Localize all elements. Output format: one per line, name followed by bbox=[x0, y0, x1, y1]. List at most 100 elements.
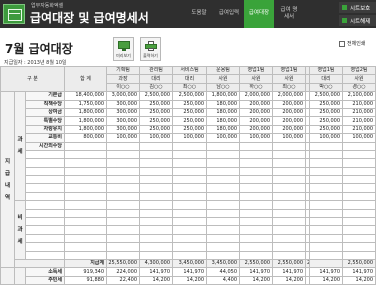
empty-cell bbox=[24, 200, 66, 210]
empty-cell bbox=[309, 175, 344, 185]
empty-cell bbox=[239, 149, 274, 160]
value-cell: 250,000 bbox=[172, 124, 208, 135]
empty-cell bbox=[139, 149, 174, 160]
empty-cell bbox=[342, 200, 376, 210]
empty-cell bbox=[239, 225, 274, 235]
nontaxable-section-label: 비 과 세 bbox=[14, 200, 26, 260]
tab-payslip-label: 급여 명세서 bbox=[280, 6, 298, 20]
empty-cell bbox=[272, 149, 307, 160]
empty-cell bbox=[106, 166, 141, 177]
item-label: 자랑유지 bbox=[24, 124, 66, 135]
pay-date: 지급일자 : 2013년 8월 10일 bbox=[4, 60, 67, 66]
value-cell: 3,000,000 bbox=[106, 91, 141, 101]
employee-header-cell: 최○○ bbox=[272, 82, 307, 93]
total-cell: 18,400,000 bbox=[64, 91, 108, 101]
empty-cell bbox=[172, 217, 208, 227]
value-cell: 180,000 bbox=[206, 124, 241, 135]
empty-cell bbox=[172, 233, 208, 244]
all-print-checkbox[interactable] bbox=[339, 40, 345, 47]
value-cell: 3,450,000 bbox=[206, 258, 241, 269]
empty-cell bbox=[139, 217, 174, 227]
sheet-protect-button[interactable]: 시트보호 bbox=[339, 2, 376, 13]
empty-cell bbox=[206, 191, 241, 202]
empty-cell bbox=[272, 225, 307, 235]
value-cell: 2,500,000 bbox=[172, 91, 208, 101]
tab-salary-ledger[interactable]: 급여대장 bbox=[244, 0, 274, 28]
empty-cell bbox=[139, 175, 174, 185]
preview-button[interactable]: 미리보기 bbox=[113, 37, 134, 61]
empty-cell bbox=[272, 166, 307, 177]
total-cell: 800,000 bbox=[64, 133, 108, 143]
all-print-option[interactable]: 전체인쇄 bbox=[339, 40, 365, 47]
empty-row bbox=[1, 233, 376, 244]
empty-row bbox=[1, 191, 376, 202]
value-cell: 3,450,000 bbox=[172, 258, 208, 269]
value-cell: 14,200 bbox=[139, 275, 174, 286]
value-cell: 100,000 bbox=[239, 133, 274, 143]
empty-cell bbox=[24, 149, 66, 160]
empty-cell bbox=[106, 217, 141, 227]
empty-cell bbox=[64, 242, 108, 252]
value-cell: 200,000 bbox=[272, 99, 307, 109]
empty-cell bbox=[239, 166, 274, 177]
empty-cell bbox=[139, 208, 174, 219]
empty-cell bbox=[342, 233, 376, 244]
empty-cell bbox=[206, 158, 241, 168]
empty-cell bbox=[64, 175, 108, 185]
empty-cell bbox=[64, 217, 108, 227]
empty-cell bbox=[309, 233, 344, 244]
tab-salary-input[interactable]: 급여입력 bbox=[214, 0, 244, 28]
green-square-icon bbox=[342, 18, 347, 23]
empty-cell bbox=[172, 200, 208, 210]
value-cell: 210,000 bbox=[342, 107, 376, 118]
total-header: 합 계 bbox=[64, 66, 108, 93]
empty-cell bbox=[309, 149, 344, 160]
empty-cell bbox=[24, 217, 66, 227]
empty-cell bbox=[239, 191, 274, 202]
empty-cell bbox=[139, 183, 174, 193]
tab-salary-input-label: 급여입력 bbox=[218, 10, 240, 17]
empty-row bbox=[1, 149, 376, 160]
empty-cell bbox=[106, 208, 141, 219]
value-cell: 2,550,000 bbox=[272, 258, 307, 269]
tab-payslip[interactable]: 급여 명세서 bbox=[274, 0, 304, 28]
empty-cell bbox=[106, 158, 141, 168]
print-button[interactable]: 출력하기 bbox=[140, 37, 161, 61]
employee-header-cell: 김○○ bbox=[139, 82, 174, 93]
value-cell: 141,970 bbox=[172, 267, 208, 277]
empty-cell bbox=[309, 158, 344, 168]
total-cell: 1,800,000 bbox=[64, 124, 108, 135]
table-row: 주민세 91,880 22,400 14,200 14,200 4,400 14,200 14… bbox=[1, 275, 376, 286]
empty-cell bbox=[139, 250, 174, 261]
salary-ledger-grid: 구 분합 계 기획팀 관리팀 서비스팀 운용팀 영업1팀 영업1팀 영업1팀 영업2팀 과장 대리 대… bbox=[0, 66, 376, 300]
empty-cell bbox=[206, 250, 241, 261]
value-cell: 200,000 bbox=[239, 107, 274, 118]
value-cell: 210,000 bbox=[342, 124, 376, 135]
value-cell bbox=[239, 141, 274, 151]
supply-section-label: 지 급 내 역 bbox=[0, 91, 15, 269]
monitor-icon bbox=[118, 41, 130, 51]
sheet-unprotect-button[interactable]: 시트해제 bbox=[339, 15, 376, 26]
empty-cell bbox=[309, 217, 344, 227]
spreadsheet-logo-icon bbox=[3, 4, 25, 24]
empty-cell bbox=[172, 149, 208, 160]
employee-header-cell: 관리팀 bbox=[139, 66, 174, 76]
empty-cell bbox=[106, 183, 141, 193]
empty-cell bbox=[206, 200, 241, 210]
empty-cell bbox=[64, 250, 108, 261]
empty-cell bbox=[206, 217, 241, 227]
employee-header-cell: 영업1팀 bbox=[239, 66, 274, 76]
value-cell: 4,300,000 bbox=[139, 258, 174, 269]
empty-cell bbox=[239, 217, 274, 227]
division-header: 구 분 bbox=[0, 66, 66, 93]
empty-cell bbox=[206, 233, 241, 244]
value-cell: 44,050 bbox=[206, 267, 241, 277]
empty-cell bbox=[309, 183, 344, 193]
value-cell: 250,000 bbox=[309, 99, 344, 109]
tab-help[interactable]: 도움말 bbox=[184, 0, 214, 28]
employee-header-cell: 기획팀 bbox=[106, 66, 141, 76]
value-cell: 2,550,000 bbox=[342, 258, 376, 269]
empty-cell bbox=[106, 250, 141, 261]
total-cell: 25,550,000 bbox=[106, 258, 141, 269]
empty-cell bbox=[172, 183, 208, 193]
